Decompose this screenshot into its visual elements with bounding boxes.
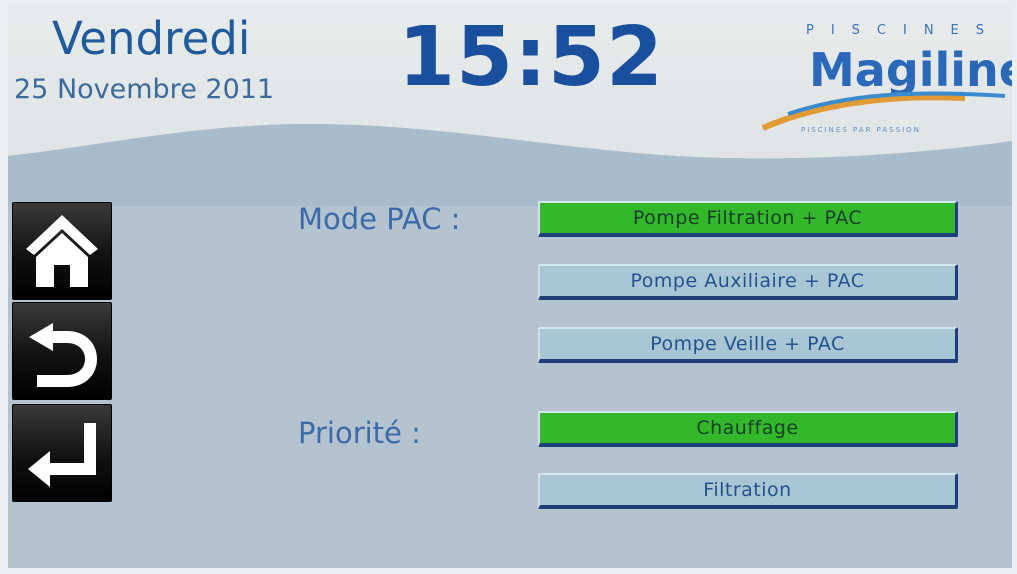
pompe-veille-pac-button[interactable]: Pompe Veille + PAC [538,327,958,363]
back-button[interactable] [12,302,112,400]
mode-pac-label: Mode PAC : [298,202,461,236]
undo-arrow-icon [29,323,97,387]
logo-brand-text: Magiline [809,43,1012,97]
home-button[interactable] [12,202,112,300]
filtration-button[interactable]: Filtration [538,473,958,509]
full-date: 25 Novembre 2011 [14,74,275,105]
logo-top-text: PISCINES [806,23,1001,38]
day-of-week: Vendredi [52,12,251,65]
clock-time: 15:52 [398,10,665,105]
magiline-logo: PISCINES Magiline PISCINES PAR PASSION [761,23,1012,134]
pompe-auxiliaire-pac-button[interactable]: Pompe Auxiliaire + PAC [538,264,958,300]
logo-tagline: PISCINES PAR PASSION [801,126,921,134]
enter-arrow-icon [28,423,96,487]
enter-button[interactable] [12,404,112,502]
pompe-filtration-pac-button[interactable]: Pompe Filtration + PAC [538,201,958,237]
touch-screen: Vendredi 25 Novembre 2011 15:52 PISCINES… [8,6,1012,568]
priorite-label: Priorité : [298,416,421,450]
chauffage-button[interactable]: Chauffage [538,411,958,447]
home-icon [26,215,98,287]
